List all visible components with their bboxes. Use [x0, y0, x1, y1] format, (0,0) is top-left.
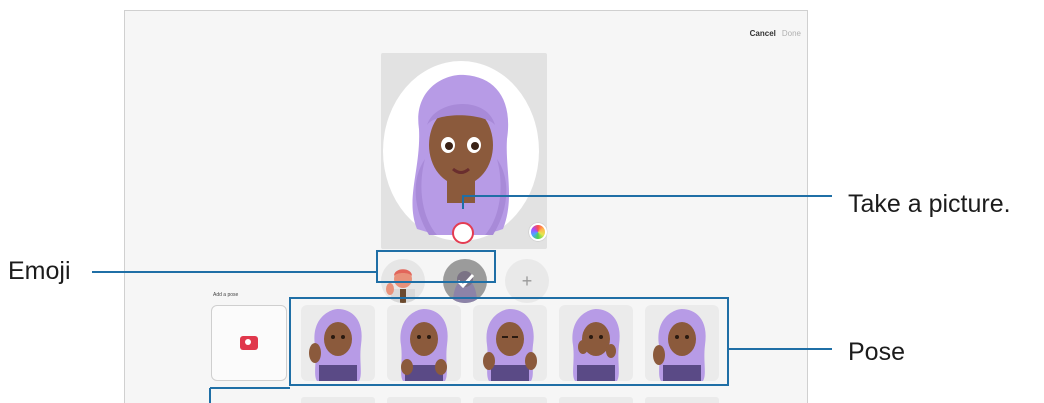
plus-icon: + [521, 270, 533, 291]
pose-item-3[interactable] [473, 305, 547, 381]
callout-pose: Pose [848, 338, 905, 366]
pose-avatar [309, 309, 362, 381]
done-button[interactable]: Done [782, 29, 801, 38]
emoji-item-1[interactable] [381, 259, 425, 303]
cancel-button[interactable]: Cancel [750, 29, 776, 38]
color-wheel-icon[interactable] [529, 223, 547, 241]
pose-avatar [653, 309, 706, 381]
pose-item-5[interactable] [645, 305, 719, 381]
pose-item-2[interactable] [387, 305, 461, 381]
avatar-preview [412, 74, 510, 235]
callout-take-picture: Take a picture. [848, 190, 1011, 218]
pose-item-4[interactable] [559, 305, 633, 381]
check-icon [453, 271, 477, 303]
pose-item-next-row [559, 397, 633, 403]
pose-item-next-row [645, 397, 719, 403]
pose-avatar [483, 309, 537, 381]
add-pose-label: Add a pose [213, 292, 239, 298]
top-actions: Cancel Done [750, 29, 801, 38]
pose-item-next-row [301, 397, 375, 403]
pose-avatar [572, 309, 620, 381]
add-emoji-button[interactable]: + [505, 259, 549, 303]
pose-item-next-row [387, 397, 461, 403]
pose-item-1[interactable] [301, 305, 375, 381]
app-screen: Cancel Done + Add a pose [124, 10, 808, 403]
callout-emoji: Emoji [8, 257, 71, 285]
emoji-item-2-selected[interactable] [443, 259, 487, 303]
take-picture-button[interactable] [452, 222, 474, 244]
pose-avatar [400, 309, 448, 381]
emoji-avatar-male [386, 269, 415, 303]
add-pose-button[interactable] [211, 305, 287, 381]
camera-icon [240, 336, 258, 350]
pose-item-next-row [473, 397, 547, 403]
